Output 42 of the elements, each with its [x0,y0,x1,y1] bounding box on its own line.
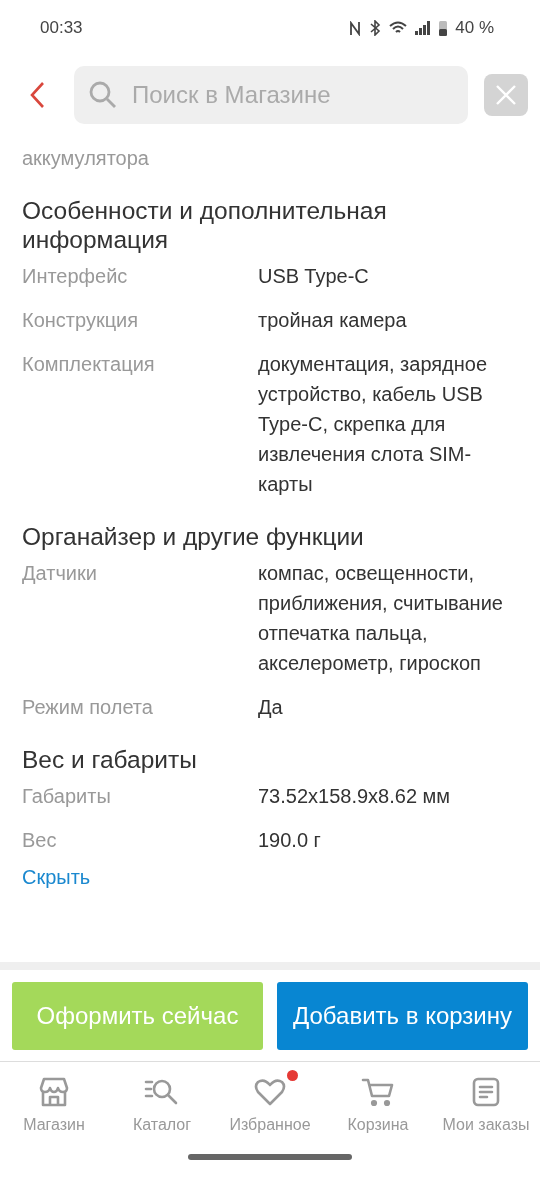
search-input[interactable]: Поиск в Магазине [132,81,454,109]
spec-label: Датчики [22,561,98,586]
document-icon [472,1077,500,1107]
hide-link[interactable]: Скрыть [22,865,91,889]
spec-label: Комплектация [22,352,156,377]
section-title: Вес и габариты [22,745,198,774]
spec-value: 73.52x158.9x8.62 мм [258,784,452,809]
search-field[interactable]: Поиск в Магазине [74,66,468,124]
spec-value: тройная камера [258,308,408,333]
catalog-search-icon [144,1077,180,1107]
spec-label: Интерфейс [22,264,129,289]
nfc-icon [349,20,362,36]
spec-value: USB Type-C [258,264,370,289]
spec-label: Габариты [22,784,112,809]
heart-icon [254,1078,286,1106]
add-to-cart-button[interactable]: Добавить в корзину [277,982,528,1050]
battery-percentage: 40 % [455,18,494,38]
close-icon [495,84,517,106]
spec-label: Режим полета [22,695,154,720]
nav-tab[interactable]: Корзина [324,1074,432,1134]
spec-label: аккумулятора [22,146,150,171]
store-icon [37,1076,71,1108]
signal-icon [415,21,432,35]
section-title: Органайзер и другие функции [22,522,365,551]
status-time: 00:33 [40,18,84,38]
section-title: Особенности и дополнительная информация [22,196,388,254]
spec-value: документация, зарядное устройство, кабель USB Type-C, скрепка для извлечения слота SIM-карты [258,352,489,497]
spec-value: компас, освещенности, приближения, считывание отпечатка пальца, акселерометр, гироскоп [258,561,504,676]
bluetooth-icon [369,20,382,36]
nav-tab[interactable]: Избранное [216,1074,324,1134]
spec-label: Вес [22,828,58,853]
nav-tab[interactable]: Мои заказы [432,1074,540,1134]
battery-icon [439,20,448,36]
spec-label: Конструкция [22,308,140,333]
wifi-icon [389,21,408,35]
spec-value: Да [258,695,284,720]
nav-tab[interactable]: Магазин [0,1074,108,1134]
checkout-button[interactable]: Оформить сейчас [12,982,263,1050]
nav-tab[interactable]: Каталог [108,1074,216,1134]
search-icon [88,80,118,110]
cart-icon [361,1077,395,1107]
spec-value: 190.0 г [258,828,322,853]
